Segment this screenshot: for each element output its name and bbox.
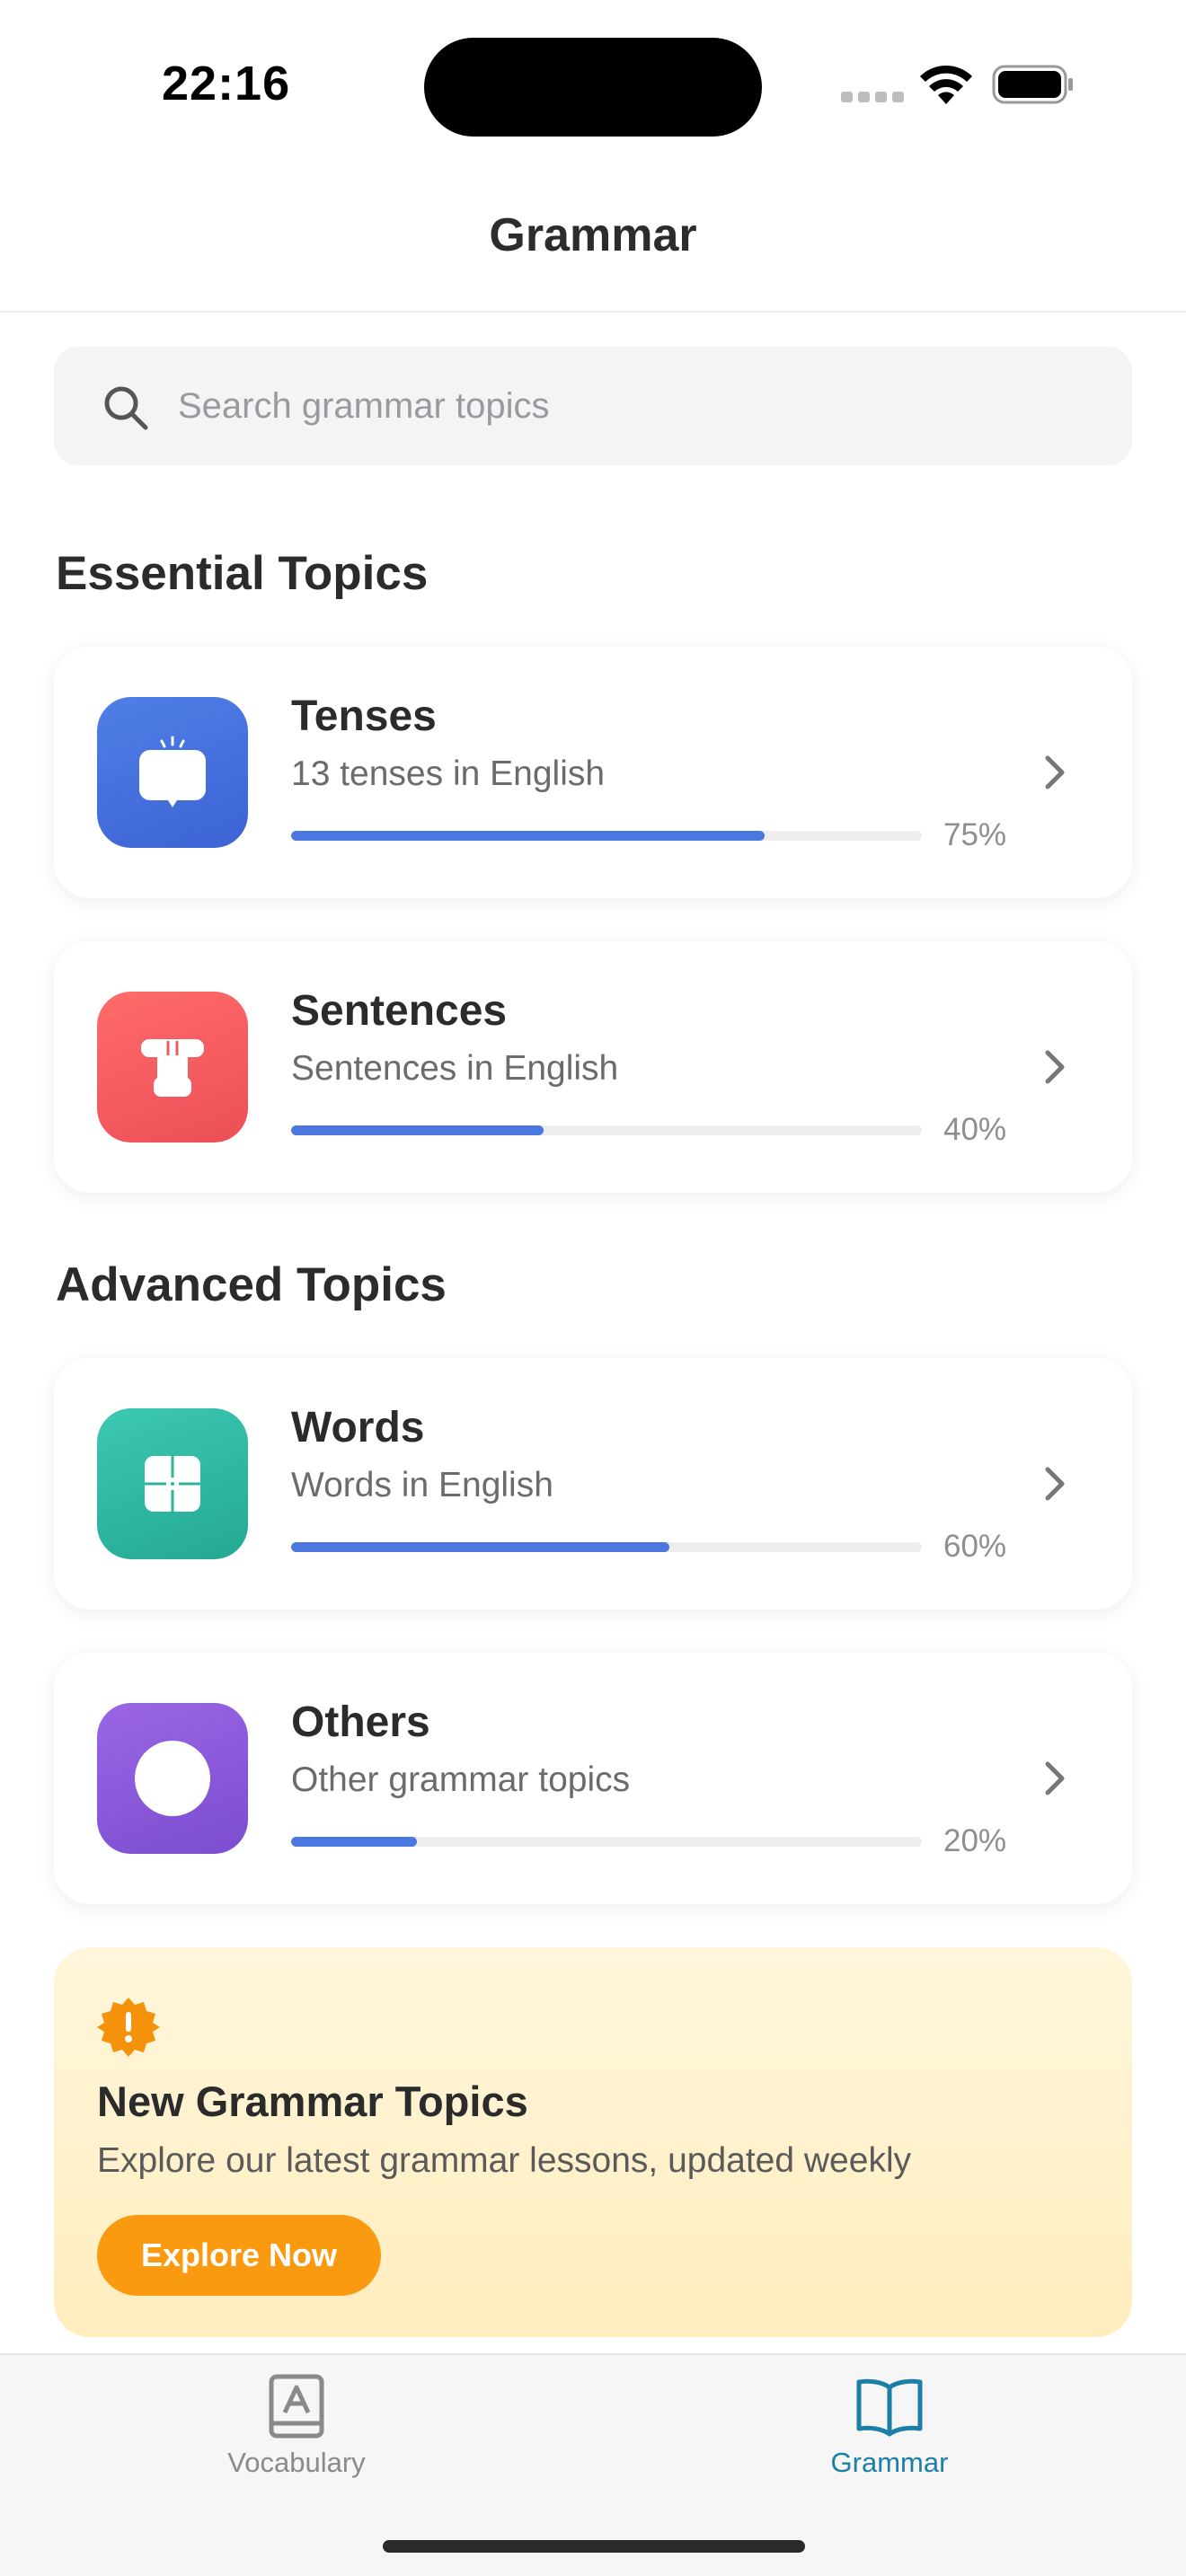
- topic-icon-words: [97, 1408, 248, 1559]
- progress-bar: [291, 1125, 922, 1135]
- status-bar: 22:16: [0, 0, 1186, 171]
- progress-percent: 40%: [943, 1112, 1007, 1147]
- topic-icon-tenses: [97, 697, 248, 848]
- search-input[interactable]: [178, 347, 1094, 465]
- topic-card-words[interactable]: Words Words in English 60%: [54, 1358, 1132, 1610]
- explore-now-button[interactable]: Explore Now: [97, 2215, 381, 2296]
- alert-badge-icon: [97, 1998, 160, 2057]
- topic-title: Sentences: [291, 987, 508, 1035]
- progress-bar: [291, 1542, 922, 1552]
- book-a-icon: [269, 2374, 324, 2439]
- promo-title: New Grammar Topics: [97, 2078, 528, 2125]
- clock-icon: [139, 736, 206, 807]
- tab-label: Grammar: [830, 2447, 949, 2478]
- section-title-essential: Essential Topics: [56, 547, 429, 600]
- promo-description: Explore our latest grammar lessons, upda…: [97, 2141, 912, 2180]
- topic-card-sentences[interactable]: Sentences Sentences in English 40%: [54, 941, 1132, 1193]
- cellular-signal-icon: [841, 92, 904, 102]
- wifi-icon: [920, 65, 972, 104]
- progress-fill: [291, 1837, 418, 1847]
- battery-icon: [992, 65, 1073, 104]
- topic-card-others[interactable]: Others Other grammar topics 20%: [54, 1653, 1132, 1904]
- topic-subtitle: Other grammar topics: [291, 1760, 631, 1799]
- chevron-right-icon: [1045, 755, 1065, 790]
- topic-subtitle: Words in English: [291, 1466, 553, 1504]
- dynamic-island: [424, 38, 762, 137]
- search-bar[interactable]: [54, 347, 1132, 465]
- topic-title: Others: [291, 1698, 430, 1746]
- tab-vocabulary[interactable]: Vocabulary: [162, 2373, 431, 2508]
- status-time: 22:16: [162, 57, 291, 110]
- topic-title: Tenses: [291, 693, 437, 740]
- topic-title: Words: [291, 1404, 425, 1451]
- progress-bar: [291, 1837, 922, 1847]
- topic-icon-others: [97, 1703, 248, 1854]
- topic-icon-sentences: [97, 992, 248, 1142]
- progress-fill: [291, 831, 765, 841]
- nav-divider: [0, 311, 1186, 313]
- chevron-right-icon: [1045, 1050, 1065, 1084]
- tab-label: Vocabulary: [227, 2447, 366, 2478]
- words-icon: [145, 1456, 200, 1512]
- progress-percent: 60%: [943, 1529, 1007, 1564]
- quote-icon: [141, 1039, 204, 1097]
- topic-card-tenses[interactable]: Tenses 13 tenses in English 75%: [54, 647, 1132, 898]
- topic-subtitle: Sentences in English: [291, 1049, 619, 1088]
- chevron-right-icon: [1045, 1467, 1065, 1501]
- page-title: Grammar: [489, 209, 697, 261]
- progress-fill: [291, 1125, 544, 1135]
- topic-subtitle: 13 tenses in English: [291, 754, 606, 793]
- open-book-icon: [856, 2378, 923, 2437]
- promo-banner: New Grammar Topics Explore our latest gr…: [54, 1947, 1132, 2337]
- progress-fill: [291, 1542, 670, 1552]
- tab-grammar[interactable]: Grammar: [755, 2373, 1024, 2508]
- section-title-advanced: Advanced Topics: [56, 1258, 447, 1311]
- search-icon: [104, 386, 148, 430]
- progress-percent: 20%: [943, 1823, 1007, 1858]
- progress-percent: 75%: [943, 817, 1007, 852]
- circle-icon: [135, 1741, 210, 1816]
- chevron-right-icon: [1045, 1761, 1065, 1795]
- progress-bar: [291, 831, 922, 841]
- home-indicator: [383, 2540, 805, 2553]
